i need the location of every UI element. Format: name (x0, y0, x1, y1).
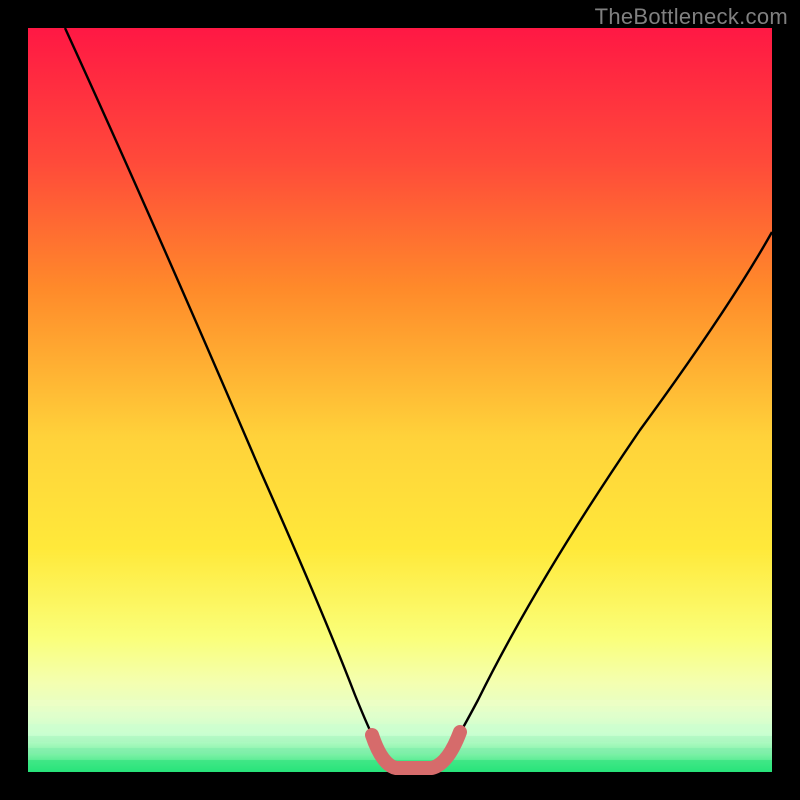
chart-container: TheBottleneck.com (0, 0, 800, 800)
chart-svg (0, 0, 800, 800)
watermark-text: TheBottleneck.com (595, 4, 788, 30)
